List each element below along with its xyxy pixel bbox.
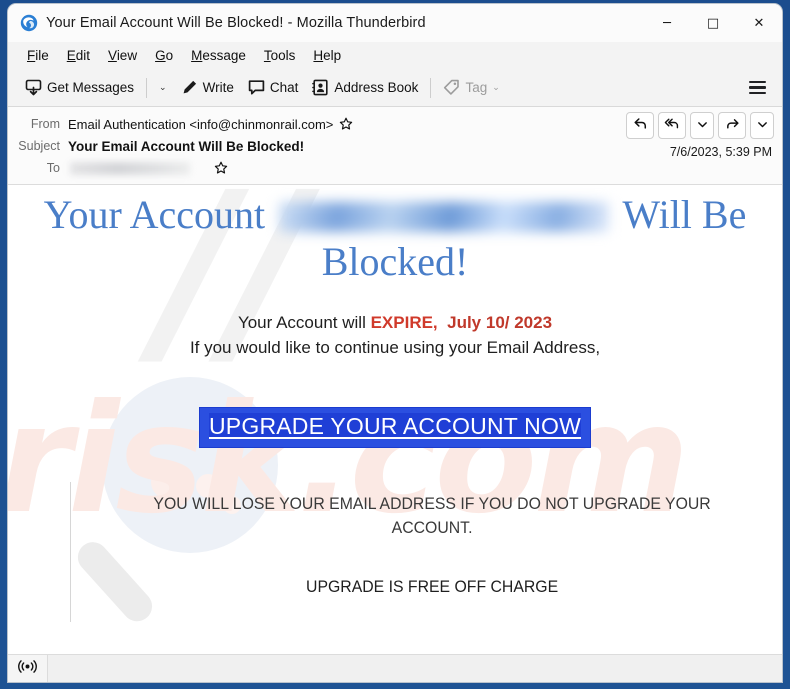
write-button[interactable]: Write (174, 75, 241, 100)
more-actions-dropdown[interactable] (750, 112, 774, 139)
address-book-label: Address Book (334, 80, 419, 95)
continue-line: If you would like to continue using your… (189, 338, 601, 358)
email-heading: Your Account Will Be Blocked! (8, 191, 782, 285)
thunderbird-window: Your Email Account Will Be Blocked! - Mo… (8, 4, 782, 682)
main-toolbar: Get Messages ⌄ Write Chat Address Book T… (8, 69, 782, 107)
desktop-background: Your Email Account Will Be Blocked! - Mo… (0, 0, 790, 689)
menu-file[interactable]: File (18, 45, 58, 66)
email-body: // risk.com Your Account Will Be Blocked… (8, 185, 782, 654)
reply-more-dropdown[interactable] (690, 112, 714, 139)
feed-status-button[interactable] (8, 655, 48, 682)
free-charge-text: UPGRADE IS FREE OFF CHARGE (306, 576, 559, 596)
maximize-button[interactable]: □ (690, 4, 736, 42)
warning-text: YOU WILL LOSE YOUR EMAIL ADDRESS IF YOU … (153, 493, 711, 538)
heading-redacted-email (279, 202, 610, 232)
upgrade-account-link[interactable]: UPGRADE YOUR ACCOUNT NOW (209, 412, 581, 439)
heading-part-3: Blocked! (321, 239, 469, 285)
menu-view[interactable]: View (99, 45, 146, 66)
reply-all-button[interactable] (658, 112, 686, 139)
title-bar: Your Email Account Will Be Blocked! - Mo… (8, 4, 782, 42)
app-menu-button[interactable] (741, 76, 774, 100)
chevron-down-icon: ⌄ (159, 82, 167, 93)
star-outline-icon[interactable] (339, 117, 353, 131)
get-messages-button[interactable]: Get Messages (18, 75, 141, 100)
heading-part-1: Your Account (43, 192, 266, 237)
star-outline-icon[interactable] (214, 161, 228, 175)
chevron-down-icon (757, 117, 768, 135)
hamburger-menu-icon (749, 80, 766, 84)
message-header: From Email Authentication <info@chinmonr… (8, 107, 782, 185)
reply-button[interactable] (626, 112, 654, 139)
pencil-icon (181, 79, 198, 96)
thunderbird-icon (20, 14, 38, 32)
chat-bubble-icon (248, 79, 265, 96)
chat-button[interactable]: Chat (241, 75, 306, 100)
toolbar-separator-2 (430, 77, 432, 98)
address-book-icon (312, 79, 329, 96)
write-label: Write (202, 80, 234, 95)
close-icon: ✕ (753, 15, 765, 31)
from-label: From (30, 117, 60, 131)
chat-label: Chat (269, 80, 299, 95)
menu-message[interactable]: Message (182, 45, 255, 66)
menu-help[interactable]: Help (304, 45, 350, 66)
minimize-icon: ─ (663, 15, 671, 31)
get-messages-dropdown[interactable]: ⌄ (152, 79, 174, 97)
blockquote-section: YOU WILL LOSE YOUR EMAIL ADDRESS IF YOU … (70, 481, 782, 622)
expire-line-prefix: Your Account will (237, 313, 371, 333)
forward-button[interactable] (718, 112, 746, 139)
hamburger-menu-icon (749, 91, 766, 95)
toolbar-separator-1 (146, 77, 148, 98)
menu-tools[interactable]: Tools (255, 45, 305, 66)
rss-broadcast-icon (18, 659, 37, 679)
chevron-down-icon (697, 117, 708, 135)
expire-word: EXPIRE, (370, 313, 438, 333)
menu-go[interactable]: Go (146, 45, 182, 66)
expiry-paragraph: Your Account will EXPIRE, July 10/ 2023 … (8, 311, 782, 360)
reply-all-arrow-icon (664, 116, 680, 136)
status-bar (8, 654, 782, 682)
close-button[interactable]: ✕ (736, 4, 782, 42)
get-messages-icon (25, 79, 42, 96)
from-value: Email Authentication <info@chinmonrail.c… (68, 117, 353, 132)
cta-container: UPGRADE YOUR ACCOUNT NOW (8, 406, 782, 448)
address-book-button[interactable]: Address Book (305, 75, 425, 100)
subject-value: Your Email Account Will Be Blocked! (68, 138, 305, 154)
tag-label: Tag (465, 80, 488, 95)
maximize-icon: □ (706, 15, 720, 31)
reply-arrow-icon (633, 116, 648, 136)
minimize-button[interactable]: ─ (644, 4, 690, 42)
subject-label: Subject (18, 139, 60, 153)
expire-date: July 10/ 2023 (447, 313, 553, 333)
message-date: 7/6/2023, 5:39 PM (669, 145, 772, 159)
to-row: To (16, 157, 774, 179)
tag-icon (443, 79, 460, 96)
to-value (68, 161, 228, 175)
upgrade-cta-highlight: UPGRADE YOUR ACCOUNT NOW (199, 406, 591, 448)
window-controls: ─ □ ✕ (644, 4, 782, 42)
to-address-redacted (70, 161, 190, 175)
menu-edit[interactable]: Edit (58, 45, 99, 66)
window-title: Your Email Account Will Be Blocked! - Mo… (46, 15, 426, 31)
hamburger-menu-icon (749, 86, 766, 89)
from-address[interactable]: Email Authentication <info@chinmonrail.c… (68, 117, 333, 132)
get-messages-label: Get Messages (47, 80, 135, 95)
chevron-down-icon: ⌄ (492, 82, 500, 93)
menu-bar: File Edit View Go Message Tools Help (8, 42, 782, 69)
message-actions (626, 112, 774, 139)
heading-part-2: Will Be (622, 192, 747, 237)
to-label: To (46, 161, 60, 175)
email-content: Your Account Will Be Blocked! Your Accou… (8, 185, 782, 622)
forward-arrow-icon (725, 116, 740, 136)
tag-button[interactable]: Tag ⌄ (436, 75, 506, 100)
